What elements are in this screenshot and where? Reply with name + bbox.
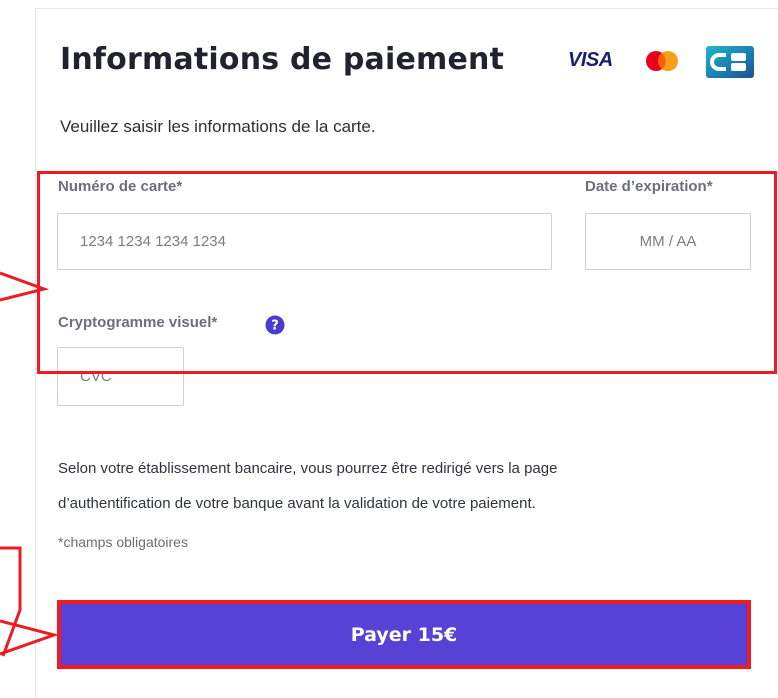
form-subtitle: Veuillez saisir les informations de la c… xyxy=(60,117,376,136)
pay-button[interactable]: Payer 15€ xyxy=(57,600,751,669)
bank-redirect-notice-line1: Selon votre établissement bancaire, vous… xyxy=(58,460,558,477)
button-callout-arrow xyxy=(0,546,22,657)
bank-redirect-notice-line2: d’authentification de votre banque avant… xyxy=(58,495,536,512)
visa-logo: VISA xyxy=(568,49,613,71)
required-fields-note: *champs obligatoires xyxy=(58,534,188,550)
page-title: Informations de paiement xyxy=(60,42,505,77)
mastercard-logo xyxy=(646,51,678,71)
payment-page: Informations de paiement VISA Veuillez s… xyxy=(0,0,778,698)
cb-logo xyxy=(706,46,754,78)
card-brand-logos: VISA xyxy=(568,43,758,83)
fields-highlight-box xyxy=(37,171,777,374)
